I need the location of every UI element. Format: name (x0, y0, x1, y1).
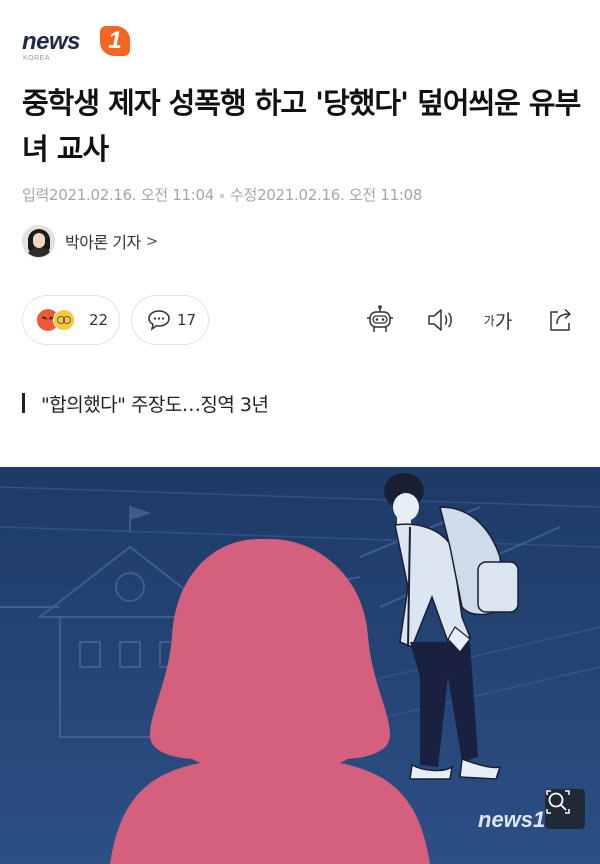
font-small-label: 가 (483, 313, 495, 328)
reaction-count: 22 (89, 311, 109, 329)
comment-button[interactable]: 17 (131, 295, 209, 345)
article-title: 중학생 제자 성폭행 하고 '당했다' 덮어씌운 유부녀 교사 (22, 86, 581, 166)
share-button[interactable] (545, 304, 577, 336)
comment-count: 17 (177, 311, 197, 329)
chevron-right-icon: > (145, 232, 159, 250)
image-watermark: news1 (478, 807, 546, 832)
subheading-bar (22, 393, 25, 413)
logo-subtitle: KOREA (23, 55, 51, 62)
font-size-button[interactable]: 가가 (482, 304, 514, 336)
author-avatar (22, 224, 55, 258)
comment-bubble-icon (148, 310, 170, 331)
article-subheading: "합의했다" 주장도…징역 3년 (22, 390, 269, 416)
edit-date: 2021.02.16. 오전 11:08 (257, 186, 423, 204)
speaker-icon (428, 309, 452, 331)
input-label: 입력 (22, 186, 50, 204)
font-large-label: 가 (494, 310, 513, 333)
logo-badge: 1 (100, 26, 130, 56)
read-aloud-button[interactable] (424, 304, 456, 336)
share-icon (550, 308, 571, 331)
author-link[interactable]: 박아론 기자 > (22, 224, 158, 258)
author-name: 박아론 기자 (65, 233, 141, 252)
edit-label: 수정 (230, 186, 258, 204)
input-date: 2021.02.16. 오전 11:04 (49, 186, 215, 204)
summary-bot-button[interactable] (364, 304, 396, 336)
sad-emoji-icon (53, 309, 75, 331)
article-image[interactable]: news1 (0, 467, 600, 864)
reaction-button[interactable]: 22 (22, 295, 120, 345)
robot-icon (367, 305, 393, 332)
logo-wordmark: news (22, 28, 81, 55)
subheading-text: "합의했다" 주장도…징역 3년 (41, 393, 269, 416)
illustration (0, 467, 600, 864)
article-meta: 입력2021.02.16. 오전 11:04 수정2021.02.16. 오전 1… (22, 184, 422, 205)
zoom-icon (546, 790, 570, 814)
zoom-button[interactable] (545, 789, 585, 829)
meta-separator (220, 193, 225, 198)
news1-logo[interactable]: news 1 KOREA (22, 24, 142, 64)
